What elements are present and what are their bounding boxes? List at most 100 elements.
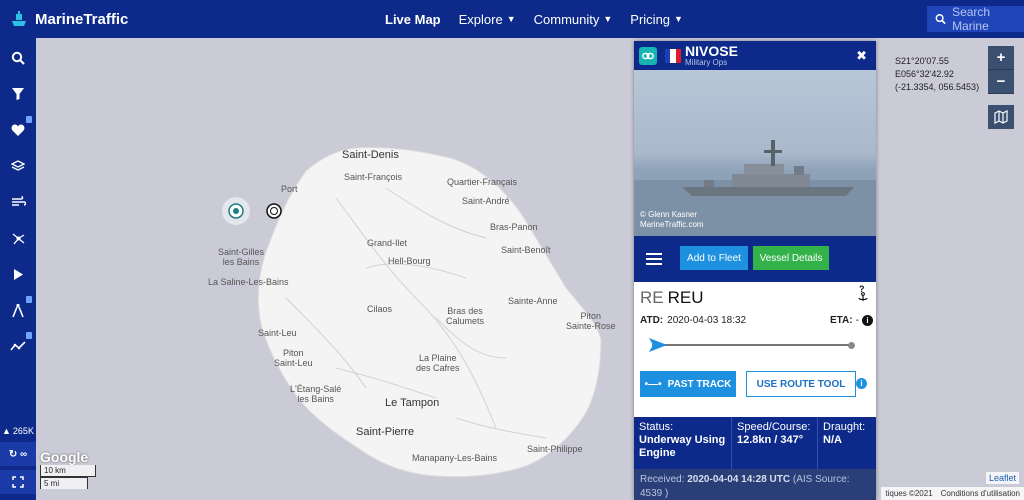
draught-stat: Draught: N/A — [818, 417, 876, 469]
heart-icon — [11, 124, 25, 136]
sidebar-fullscreen-button[interactable] — [0, 470, 36, 494]
sidebar-routes-button[interactable] — [0, 220, 36, 256]
past-track-button[interactable]: •—• PAST TRACK — [640, 371, 736, 397]
coordinate-readout: S21°20'07.55 E056°32'42.92 (-21.3354, 05… — [895, 55, 979, 94]
place-label: Manapany-Les-Bains — [412, 453, 498, 463]
add-to-fleet-button[interactable]: Add to Fleet — [680, 246, 748, 270]
vessel-stats: Status: Underway Using Engine Speed/Cour… — [634, 417, 876, 469]
nav-community[interactable]: Community ▼ — [534, 12, 613, 27]
anchor-help-icon[interactable]: ? — [856, 284, 870, 302]
speed-label: Speed/Course: — [737, 421, 811, 433]
coord-lon: E056°32'42.92 — [895, 69, 954, 79]
place-label: Saint-Benoît — [501, 245, 551, 255]
vessel-name: NIVOSE — [685, 43, 738, 59]
speed-stat: Speed/Course: 12.8kn / 347° — [732, 417, 818, 469]
ship-logo-icon — [12, 11, 26, 26]
status-stat: Status: Underway Using Engine — [634, 417, 732, 469]
sidebar-search-button[interactable] — [0, 40, 36, 76]
hamburger-menu-icon[interactable] — [646, 250, 662, 268]
nav-pricing[interactable]: Pricing ▼ — [630, 12, 683, 27]
eta-row: ETA: - i — [830, 315, 873, 326]
place-label: Saint-François — [344, 172, 403, 182]
credit-site: MarineTraffic.com — [640, 220, 704, 229]
place-label: L'Étang-Salé les Bains — [290, 384, 342, 404]
photo-credit: © Glenn Kasner MarineTraffic.com — [640, 210, 704, 230]
sync-icon: ↻ — [8, 448, 21, 460]
place-label: Saint-Gilles les Bains — [218, 247, 265, 267]
sidebar-favorites-button[interactable] — [0, 112, 36, 148]
place-label: Cilaos — [367, 304, 393, 314]
flag-stripe-red — [675, 48, 681, 63]
place-label: Sainte-Anne — [508, 296, 558, 306]
place-label: Saint-Denis — [342, 149, 399, 161]
draught-label: Draught: — [823, 421, 866, 433]
route-tool-button[interactable]: USE ROUTE TOOL — [746, 371, 856, 397]
search-placeholder: Search Marine — [952, 5, 991, 33]
speed-value: 12.8kn / 347° — [737, 434, 804, 446]
zoom-controls: + − — [988, 46, 1014, 94]
nav-label: Explore — [458, 11, 503, 27]
vessel-photo[interactable]: © Glenn Kasner MarineTraffic.com — [634, 70, 876, 236]
info-icon[interactable]: i — [861, 315, 873, 326]
place-label: Grand-Ilet — [367, 238, 408, 248]
close-icon[interactable]: ✖ — [856, 48, 867, 64]
sidebar-filter-button[interactable] — [0, 76, 36, 112]
atd-row: ATD: 2020-04-03 18:32 — [640, 315, 746, 326]
atd-value: 2020-04-03 18:32 — [667, 315, 747, 326]
zoom-out-button[interactable]: − — [988, 70, 1014, 94]
left-sidebar: ▲ 265K ↻ ∞ — [0, 38, 36, 500]
sidebar-layers-button[interactable] — [0, 148, 36, 184]
received-value: 2020-04-04 14:28 UTC — [687, 474, 791, 485]
chart-icon — [10, 341, 26, 351]
vessel-marker-icon[interactable] — [266, 203, 282, 219]
vessel-title: NIVOSE Military Ops — [685, 44, 738, 67]
sidebar-analytics-button[interactable] — [0, 328, 36, 364]
leaflet-link[interactable]: Leaflet — [986, 472, 1020, 484]
nav-explore[interactable]: Explore ▼ — [459, 12, 516, 27]
place-label: Le Tampon — [385, 397, 440, 409]
vessel-actions: Add to Fleet Vessel Details — [634, 236, 876, 282]
place-label: Saint-Philippe — [527, 444, 583, 454]
map-type-button[interactable] — [988, 105, 1014, 129]
brand[interactable]: MarineTraffic — [8, 8, 128, 30]
map-scale: 10 km 5 mi — [40, 465, 96, 489]
destination-port: REU — [667, 288, 704, 307]
past-track-label: PAST TRACK — [667, 378, 732, 390]
place-label: Bras des Calumets — [446, 306, 485, 326]
voyage-progress-bar — [652, 344, 852, 346]
terms-link[interactable]: Conditions d'utilisation — [941, 489, 1020, 498]
lock-icon — [26, 332, 32, 339]
attribution-text: tiques ©2021 — [885, 489, 933, 498]
search-icon — [11, 51, 25, 65]
wind-icon — [11, 196, 26, 206]
destination-country: RE — [640, 288, 664, 307]
sidebar-weather-button[interactable] — [0, 184, 36, 220]
place-label: Saint-Leu — [258, 328, 297, 338]
place-label: Saint-André — [462, 196, 510, 206]
routes-icon — [12, 232, 24, 244]
nav-live-map[interactable]: Live Map — [385, 12, 441, 27]
place-label: La Plaine des Cafres — [416, 353, 460, 373]
vessel-count: ▲ 265K — [2, 426, 34, 436]
link-icon[interactable] — [639, 46, 657, 65]
map-icon — [994, 110, 1008, 124]
chevron-down-icon: ▼ — [506, 14, 516, 24]
draught-value: N/A — [823, 434, 842, 446]
sidebar-playback-button[interactable] — [0, 256, 36, 292]
station-marker-icon[interactable] — [222, 197, 250, 225]
info-icon[interactable]: i — [856, 378, 867, 389]
zoom-in-button[interactable]: + — [988, 46, 1014, 70]
brand-name: MarineTraffic — [35, 10, 129, 28]
search-box[interactable]: Search Marine — [927, 5, 1024, 33]
eta-value: - — [855, 315, 859, 326]
sidebar-sync-button[interactable]: ↻ ∞ — [0, 442, 36, 466]
sidebar-measure-button[interactable] — [0, 292, 36, 328]
place-label: Piton Sainte-Rose — [566, 311, 616, 331]
place-label: Port — [281, 184, 298, 194]
fullscreen-icon — [12, 476, 24, 488]
eta-label: ETA: — [830, 315, 853, 326]
vessel-details-button[interactable]: Vessel Details — [753, 246, 829, 270]
scale-km: 10 km — [40, 465, 96, 477]
place-label: Quartier-Français — [447, 177, 518, 187]
filter-icon — [12, 88, 24, 100]
